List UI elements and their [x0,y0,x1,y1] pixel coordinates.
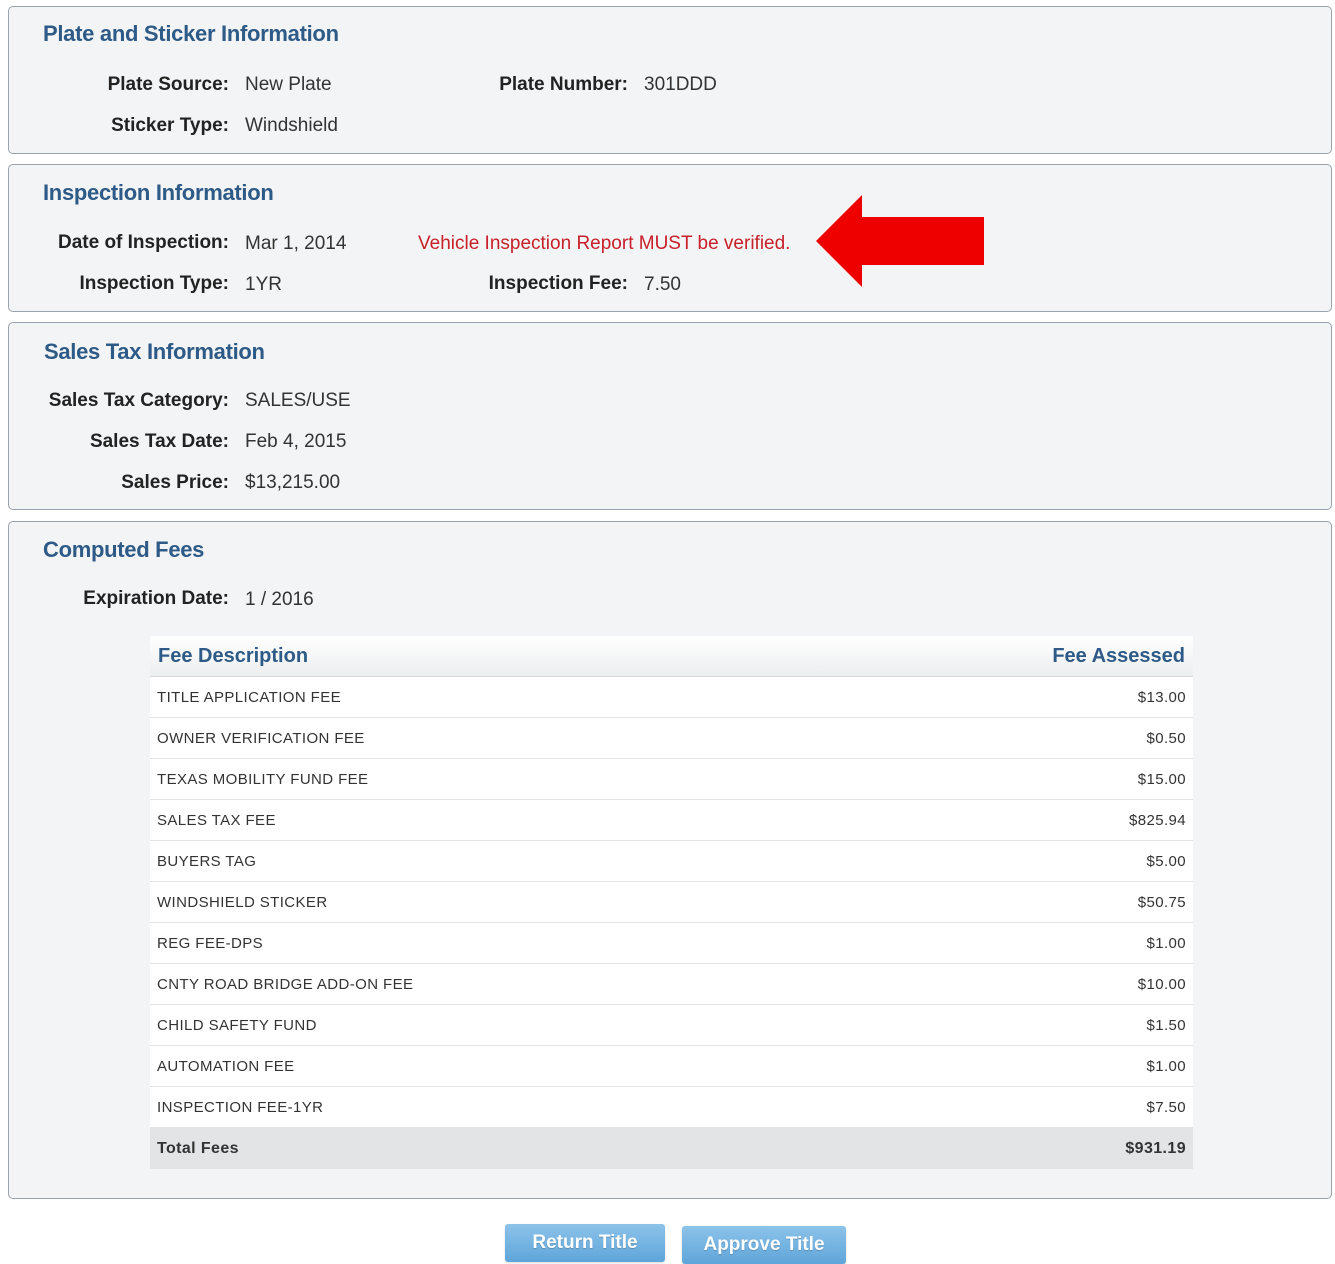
inspection-panel: Inspection Information Date of Inspectio… [8,164,1332,312]
red-arrow-icon [816,195,984,287]
fee-amount: $15.00 [822,758,1193,800]
table-row: WINDSHIELD STICKER $50.75 [150,881,1193,923]
fee-amount: $10.00 [822,963,1193,1005]
inspection-fee-value: 7.50 [644,274,681,295]
fee-amount: $50.75 [822,881,1193,923]
plate-source-label: Plate Source: [107,74,229,95]
inspection-type-label: Inspection Type: [79,273,229,294]
expiration-date-label: Expiration Date: [83,588,229,609]
fee-description: REG FEE-DPS [150,922,823,964]
fee-description: TEXAS MOBILITY FUND FEE [150,758,823,800]
table-row: REG FEE-DPS $1.00 [150,922,1193,964]
plate-number-label: Plate Number: [499,74,628,95]
fee-table: Fee Description Fee Assessed TITLE APPLI… [150,636,1193,1169]
table-row: CHILD SAFETY FUND $1.50 [150,1004,1193,1046]
fee-amount: $1.50 [822,1004,1193,1046]
table-row: CNTY ROAD BRIDGE ADD-ON FEE $10.00 [150,963,1193,1005]
table-row: AUTOMATION FEE $1.00 [150,1045,1193,1087]
fee-amount: $1.00 [822,922,1193,964]
fee-description: CHILD SAFETY FUND [150,1004,823,1046]
expiration-date-value: 1 / 2016 [245,589,314,610]
table-row: SALES TAX FEE $825.94 [150,799,1193,841]
inspection-date-label: Date of Inspection: [57,232,229,253]
fee-description: CNTY ROAD BRIDGE ADD-ON FEE [150,963,823,1005]
fee-description: AUTOMATION FEE [150,1045,823,1087]
inspection-type-value: 1YR [245,274,282,295]
fee-description: INSPECTION FEE-1YR [150,1086,823,1128]
table-row: TITLE APPLICATION FEE $13.00 [150,676,1193,718]
plate-sticker-panel: Plate and Sticker Information Plate Sour… [8,6,1332,154]
sticker-type-value: Windshield [245,115,338,136]
fee-amount: $13.00 [822,676,1193,718]
fee-description: TITLE APPLICATION FEE [150,676,823,718]
fee-description: WINDSHIELD STICKER [150,881,823,923]
sales-tax-category-label: Sales Tax Category: [48,390,229,411]
table-row: INSPECTION FEE-1YR $7.50 [150,1086,1193,1128]
sales-tax-panel: Sales Tax Information Sales Tax Category… [8,322,1332,510]
computed-fees-panel: Computed Fees Expiration Date: 1 / 2016 … [8,521,1332,1199]
fee-amount: $1.00 [822,1045,1193,1087]
panel-title: Computed Fees [43,537,205,562]
sales-tax-date-label: Sales Tax Date: [89,431,229,452]
fee-amount: $0.50 [822,717,1193,759]
sales-price-value: $13,215.00 [245,472,341,493]
approve-title-button[interactable]: Approve Title [682,1226,846,1264]
fee-description: OWNER VERIFICATION FEE [150,717,823,759]
inspection-warning: Vehicle Inspection Report MUST be verifi… [418,233,791,254]
panel-title: Sales Tax Information [44,339,265,364]
sticker-type-label: Sticker Type: [111,115,229,136]
total-fees-value: $931.19 [822,1127,1193,1169]
total-fees-label: Total Fees [150,1127,823,1169]
fee-table-header: Fee Description Fee Assessed [150,636,1193,677]
inspection-date-value: Mar 1, 2014 [245,233,347,254]
sales-tax-category-value: SALES/USE [245,390,351,411]
fee-assessed-header: Fee Assessed [822,636,1193,677]
total-row: Total Fees $931.19 [150,1127,1193,1169]
fee-amount: $825.94 [822,799,1193,841]
return-title-button[interactable]: Return Title [505,1224,665,1262]
table-row: TEXAS MOBILITY FUND FEE $15.00 [150,758,1193,800]
plate-source-value: New Plate [245,74,332,95]
table-row: OWNER VERIFICATION FEE $0.50 [150,717,1193,759]
table-row: BUYERS TAG $5.00 [150,840,1193,882]
sales-tax-date-value: Feb 4, 2015 [245,431,347,452]
panel-title: Plate and Sticker Information [43,21,339,46]
fee-description: BUYERS TAG [150,840,823,882]
sales-price-label: Sales Price: [121,472,229,493]
panel-title: Inspection Information [43,180,274,205]
fee-amount: $7.50 [822,1086,1193,1128]
fee-amount: $5.00 [822,840,1193,882]
fee-description-header: Fee Description [150,636,823,677]
plate-number-value: 301DDD [644,74,717,95]
inspection-fee-label: Inspection Fee: [488,273,628,294]
fee-description: SALES TAX FEE [150,799,823,841]
